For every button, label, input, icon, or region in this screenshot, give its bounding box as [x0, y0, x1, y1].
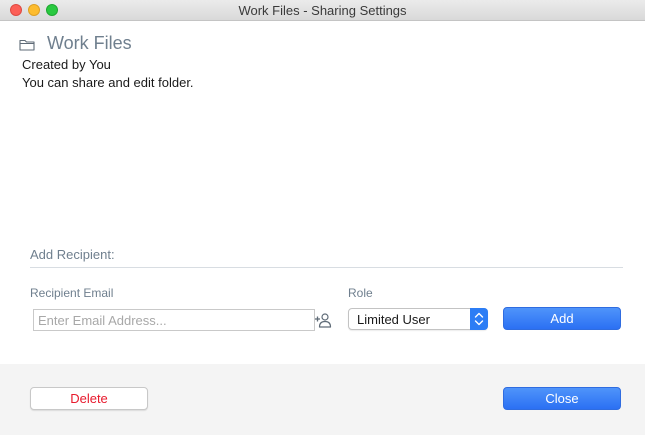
- window-title: Work Files - Sharing Settings: [238, 3, 407, 18]
- chevron-up-down-icon: [474, 312, 484, 326]
- folder-name: Work Files: [47, 33, 132, 53]
- close-button[interactable]: Close: [503, 387, 621, 410]
- delete-button[interactable]: Delete: [30, 387, 148, 410]
- folder-icon: [19, 39, 35, 51]
- permission-text: You can share and edit folder.: [22, 75, 194, 90]
- created-by-text: Created by You: [22, 57, 111, 72]
- role-select[interactable]: Limited User: [348, 308, 488, 330]
- section-divider: [30, 267, 623, 268]
- recipient-email-input[interactable]: [33, 309, 315, 331]
- add-recipient-heading: Add Recipient:: [30, 247, 115, 262]
- footer-bar: Delete Close: [0, 364, 645, 435]
- recipient-email-label: Recipient Email: [30, 286, 114, 300]
- title-bar[interactable]: Work Files - Sharing Settings: [0, 0, 645, 21]
- add-button[interactable]: Add: [503, 307, 621, 330]
- role-selected-value: Limited User: [357, 312, 430, 327]
- add-contact-icon[interactable]: [314, 311, 332, 329]
- sharing-settings-window: Work Files - Sharing Settings Work Files…: [0, 0, 645, 435]
- role-stepper[interactable]: [470, 308, 488, 330]
- role-label: Role: [348, 286, 373, 300]
